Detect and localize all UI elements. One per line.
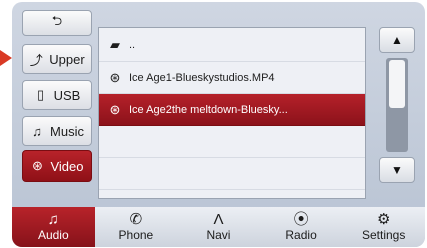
nav-audio[interactable]: ♫ Audio <box>12 207 95 247</box>
nav-radio[interactable]: ⦿ Radio <box>260 207 343 247</box>
nav-navi[interactable]: Λ Navi <box>177 207 260 247</box>
nav-label: Radio <box>285 228 317 242</box>
music-note-icon: ♫ <box>32 123 42 139</box>
video-label: Video <box>50 158 84 174</box>
infotainment-screen: ⮌ ⤴ Upper ▯ USB ♫ Music ⊛ Video ▰ .. ⊛ I… <box>12 2 425 247</box>
focus-pointer-icon <box>0 50 12 66</box>
folder-icon: ▰ <box>110 36 120 52</box>
nav-phone[interactable]: ✆ Phone <box>95 207 178 247</box>
nav-label: Audio <box>37 228 69 242</box>
nav-label: Navi <box>206 228 231 242</box>
nav-settings[interactable]: ⚙ Settings <box>342 207 425 247</box>
phone-icon: ✆ <box>129 211 143 228</box>
video-button[interactable]: ⊛ Video <box>22 150 92 182</box>
file-row[interactable]: ⊛ Ice Age1-Blueskystudios.MP4 <box>99 62 365 94</box>
empty-row <box>99 158 365 190</box>
up-arrow-icon: ⤴ <box>29 52 43 68</box>
music-label: Music <box>50 123 84 139</box>
upper-label: Upper <box>49 51 85 67</box>
back-button[interactable]: ⮌ <box>22 10 92 36</box>
nav-label: Settings <box>361 228 406 242</box>
file-label: Ice Age1-Blueskystudios.MP4 <box>129 71 275 84</box>
video-reel-icon: ⊛ <box>109 101 121 117</box>
file-row-selected[interactable]: ⊛ Ice Age2the meltdown-Bluesky... <box>99 94 365 126</box>
up-triangle-icon: ▲ <box>391 33 403 47</box>
usb-button[interactable]: ▯ USB <box>22 80 92 110</box>
bottom-nav: ♫ Audio ✆ Phone Λ Navi ⦿ Radio ⚙ Setting… <box>12 207 425 247</box>
down-triangle-icon: ▼ <box>391 163 403 177</box>
file-list: ▰ .. ⊛ Ice Age1-Blueskystudios.MP4 ⊛ Ice… <box>98 27 366 199</box>
music-button[interactable]: ♫ Music <box>22 116 92 146</box>
usb-icon: ▯ <box>37 87 45 102</box>
video-reel-icon: ⊛ <box>109 69 121 85</box>
nav-label: Phone <box>118 228 154 242</box>
gear-icon: ⚙ <box>376 211 391 228</box>
empty-row <box>99 126 365 158</box>
usb-label: USB <box>53 87 81 103</box>
back-arrow-icon: ⮌ <box>51 13 63 28</box>
upper-button[interactable]: ⤴ Upper <box>22 44 92 74</box>
scroll-down-button[interactable]: ▼ <box>379 157 415 183</box>
navi-arrow-icon: Λ <box>213 211 224 228</box>
scroll-up-button[interactable]: ▲ <box>379 27 415 53</box>
radio-signal-icon: ⦿ <box>293 211 309 228</box>
scroll-track[interactable] <box>386 58 408 152</box>
file-label: Ice Age2the meltdown-Bluesky... <box>129 103 288 116</box>
scroll-thumb[interactable] <box>389 60 405 108</box>
folder-row[interactable]: ▰ .. <box>99 28 365 62</box>
folder-label: .. <box>129 38 136 51</box>
music-note-icon: ♫ <box>47 211 59 228</box>
video-reel-icon: ⊛ <box>32 158 43 173</box>
